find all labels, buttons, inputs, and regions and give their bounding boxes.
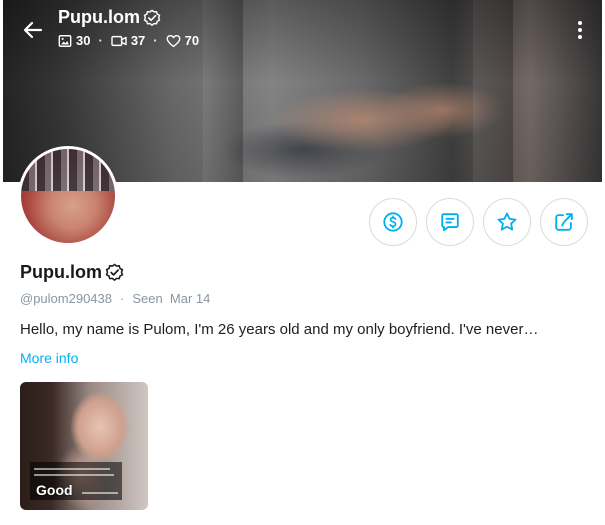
dollar-icon xyxy=(383,212,403,232)
verified-icon xyxy=(143,8,161,26)
stat-images-count: 30 xyxy=(76,33,91,48)
stat-separator: · xyxy=(153,33,158,48)
last-seen: Seen Mar 14 xyxy=(132,291,211,306)
tip-button[interactable] xyxy=(369,198,417,246)
stat-images: 30 xyxy=(58,33,90,48)
share-button[interactable] xyxy=(540,198,588,246)
back-button[interactable] xyxy=(19,16,47,44)
share-icon xyxy=(555,213,573,231)
message-button[interactable] xyxy=(426,198,474,246)
star-icon xyxy=(497,212,517,231)
arrow-left-icon xyxy=(23,21,43,39)
video-icon xyxy=(111,35,127,46)
profile-handle: @pulom290438 xyxy=(20,291,112,306)
profile-name: Pupu.lom xyxy=(20,262,124,283)
profile-bio: Hello, my name is Pulom, I'm 26 years ol… xyxy=(20,321,539,338)
thumbnail-label: Good xyxy=(36,482,73,498)
heart-icon xyxy=(166,34,181,47)
more-dots-icon xyxy=(578,21,582,25)
more-info-link[interactable]: More info xyxy=(20,350,78,366)
stat-videos: 37 xyxy=(111,33,145,48)
more-options-button[interactable] xyxy=(572,18,588,42)
profile-name-text: Pupu.lom xyxy=(20,262,102,282)
stat-videos-count: 37 xyxy=(130,33,146,48)
profile-actions xyxy=(369,198,588,246)
meta-separator: · xyxy=(119,291,125,306)
header-name: Pupu.lom xyxy=(58,7,199,28)
stat-likes-count: 70 xyxy=(184,33,200,48)
avatar[interactable] xyxy=(18,146,118,246)
message-icon xyxy=(441,213,459,232)
header-title-block: Pupu.lom 30 · 37 · 70 xyxy=(58,7,199,48)
media-thumbnail[interactable]: Good xyxy=(20,382,148,510)
verified-icon xyxy=(105,263,124,282)
header-stats: 30 · 37 · 70 xyxy=(58,33,199,48)
header-name-text: Pupu.lom xyxy=(58,7,140,27)
top-bar: Pupu.lom 30 · 37 · 70 xyxy=(3,0,602,60)
image-icon xyxy=(58,34,72,47)
profile-meta: @pulom290438 · Seen Mar 14 xyxy=(20,291,210,306)
stat-separator: · xyxy=(98,33,103,48)
stat-likes: 70 xyxy=(166,33,199,48)
favorite-button[interactable] xyxy=(483,198,531,246)
